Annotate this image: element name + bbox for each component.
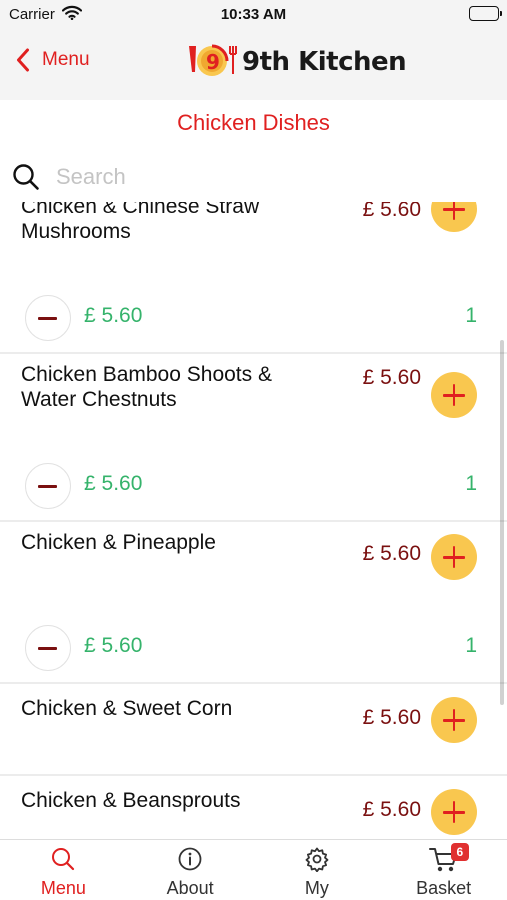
chevron-left-icon — [17, 48, 29, 72]
dish-subtotal: £ 5.60 — [84, 304, 143, 327]
gear-icon — [304, 846, 330, 877]
add-button[interactable] — [431, 372, 477, 418]
dish-row: Chicken Bamboo Shoots & Water Chestnuts … — [0, 354, 507, 522]
logo-text: 9th Kitchen — [242, 47, 407, 77]
dish-name: Chicken Bamboo Shoots & Water Chestnuts — [21, 363, 272, 411]
battery-icon — [469, 6, 502, 21]
dish-name: Chicken & Sweet Corn — [21, 697, 233, 720]
tab-label: Menu — [40, 878, 86, 898]
dish-price: £ 5.60 — [362, 366, 421, 389]
remove-button[interactable] — [25, 295, 71, 341]
add-button[interactable] — [431, 202, 477, 232]
tab-about[interactable]: About — [127, 840, 254, 900]
search-input[interactable] — [56, 160, 476, 194]
logo-icon: 9 — [189, 44, 237, 76]
dish-name: Chicken & Pineapple — [21, 531, 216, 554]
dish-row: Chicken & Beansprouts £ 5.60 — [0, 776, 507, 839]
tab-label: My — [304, 878, 329, 898]
dish-row: Chicken & Chinese Straw Mushrooms £ 5.60… — [0, 202, 507, 354]
tab-bar: Menu About My 6 Basket — [0, 839, 507, 900]
dish-name: Chicken & Beansprouts — [21, 789, 241, 812]
dish-name: Chicken & Chinese Straw Mushrooms — [21, 202, 260, 243]
tab-basket[interactable]: 6 Basket — [380, 840, 507, 900]
logo: 9 9th Kitchen — [186, 42, 407, 82]
dish-price: £ 5.60 — [362, 798, 421, 821]
dish-quantity: 1 — [465, 634, 477, 657]
status-bar: Carrier 10:33 AM — [0, 0, 507, 28]
dish-row: Chicken & Pineapple £ 5.60 £ 5.60 1 — [0, 522, 507, 684]
dish-price: £ 5.60 — [362, 202, 421, 221]
nav-bar: Menu 9 9th Kitchen — [0, 28, 507, 100]
back-button[interactable]: Menu — [16, 48, 90, 72]
add-button[interactable] — [431, 534, 477, 580]
svg-text:9: 9 — [206, 50, 220, 74]
search-icon — [50, 846, 76, 877]
search-bar — [0, 152, 507, 202]
info-icon — [177, 846, 203, 877]
add-button[interactable] — [431, 789, 477, 835]
basket-count-badge: 6 — [450, 843, 469, 861]
dish-price: £ 5.60 — [362, 542, 421, 565]
dish-subtotal: £ 5.60 — [84, 634, 143, 657]
scrollbar[interactable] — [500, 340, 504, 705]
dish-quantity: 1 — [465, 304, 477, 327]
add-button[interactable] — [431, 697, 477, 743]
remove-button[interactable] — [25, 625, 71, 671]
page-title: Chicken Dishes — [177, 110, 330, 135]
tab-menu[interactable]: Menu — [0, 840, 127, 900]
dish-subtotal: £ 5.60 — [84, 472, 143, 495]
remove-button[interactable] — [25, 463, 71, 509]
status-time: 10:33 AM — [220, 6, 287, 23]
tab-my[interactable]: My — [254, 840, 381, 900]
dish-price: £ 5.60 — [362, 706, 421, 729]
tab-label: Basket — [416, 878, 472, 898]
tab-label: About — [166, 878, 214, 898]
search-icon — [12, 163, 40, 196]
dish-quantity: 1 — [465, 472, 477, 495]
back-button-label: Menu — [42, 49, 90, 70]
dish-row: Chicken & Sweet Corn £ 5.60 — [0, 684, 507, 776]
dish-list[interactable]: Chicken & Chinese Straw Mushrooms £ 5.60… — [0, 202, 507, 839]
